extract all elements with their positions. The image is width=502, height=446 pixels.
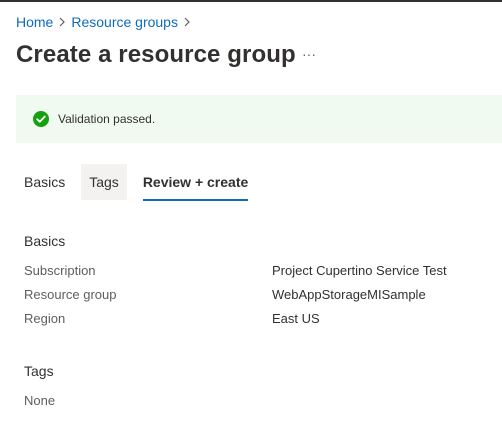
validation-banner: Validation passed. — [16, 95, 502, 143]
tab-basics-label: Basics — [24, 174, 66, 190]
breadcrumb-home[interactable]: Home — [16, 13, 53, 31]
summary-value: WebAppStorageMISample — [272, 287, 426, 302]
tab-review-create-label: Review + create — [142, 174, 249, 190]
tab-basics[interactable]: Basics — [16, 164, 73, 200]
validation-message: Validation passed. — [58, 112, 156, 126]
page-title: Create a resource group — [16, 41, 296, 68]
tags-value: None — [24, 393, 56, 408]
tab-tags-label: Tags — [89, 174, 119, 190]
tab-tags[interactable]: Tags — [81, 164, 127, 200]
checkmark-circle-icon — [32, 110, 50, 128]
summary-label: Resource group — [24, 287, 117, 302]
window-top-border — [0, 0, 502, 2]
breadcrumb-resource-groups[interactable]: Resource groups — [71, 13, 178, 31]
summary-label: Region — [24, 311, 66, 326]
tab-list: Basics Tags Review + create — [16, 164, 256, 201]
chevron-right-icon — [178, 17, 196, 27]
summary-label: Subscription — [24, 263, 96, 278]
chevron-right-icon — [53, 17, 71, 27]
tags-section-heading: Tags — [24, 363, 54, 379]
breadcrumb: Home Resource groups — [16, 13, 196, 31]
tab-review-create[interactable]: Review + create — [135, 164, 256, 201]
basics-section-heading: Basics — [24, 233, 66, 249]
more-options-button[interactable]: ··· — [300, 42, 318, 66]
more-options-icon: ··· — [302, 46, 316, 62]
summary-value: Project Cupertino Service Test — [272, 263, 447, 278]
summary-value: East US — [272, 311, 320, 326]
